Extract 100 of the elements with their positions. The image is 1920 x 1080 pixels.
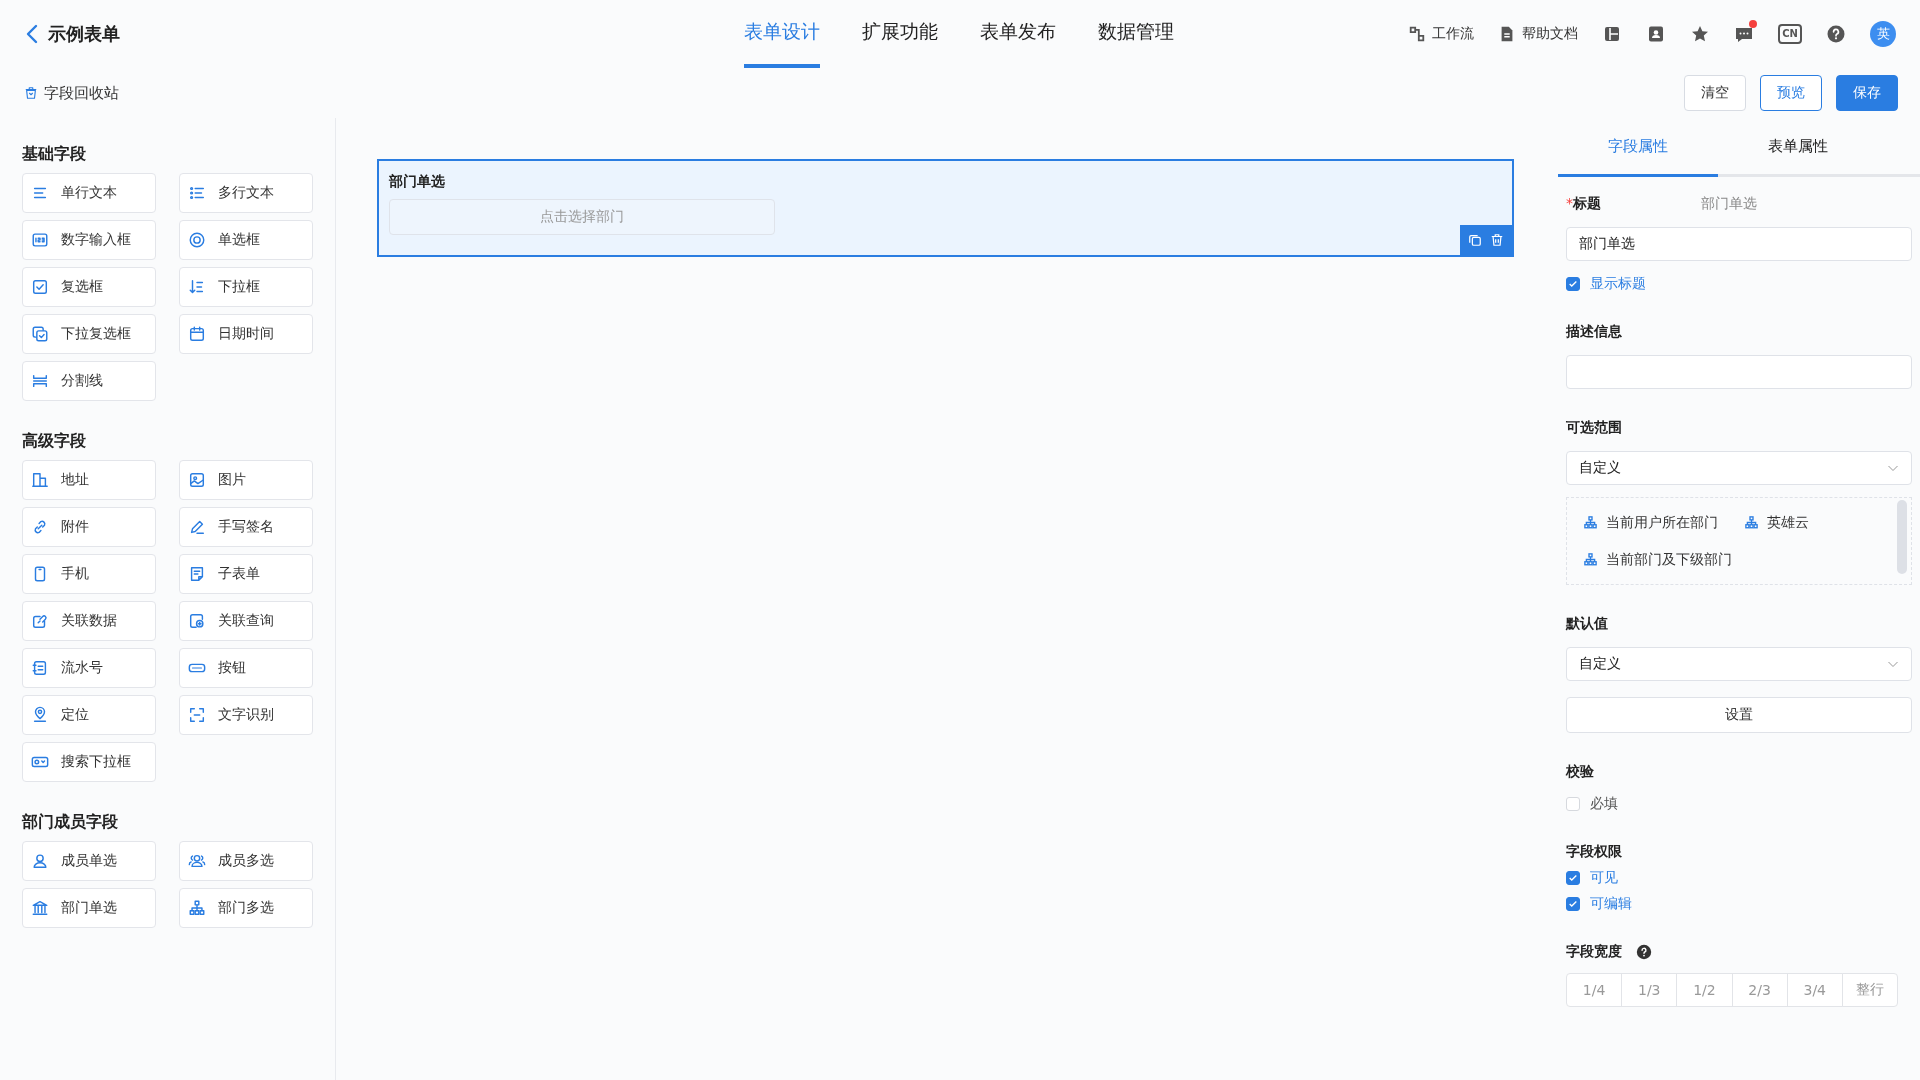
field-type-item[interactable]: 下拉框 [179, 267, 313, 307]
scan-icon [188, 706, 206, 724]
default-value-select[interactable]: 自定义 [1566, 647, 1912, 681]
field-label: 默认值 [1566, 615, 1609, 633]
user-icon [31, 852, 49, 870]
field-type-item[interactable]: 按钮 [179, 648, 313, 688]
bank-icon [31, 899, 49, 917]
serial-icon [31, 659, 49, 677]
department-tag[interactable]: 当前用户所在部门 [1583, 513, 1718, 532]
field-label: *标题 [1566, 195, 1601, 213]
nav-tab[interactable]: 扩展功能 [862, 0, 938, 68]
field-type-item[interactable]: 单选框 [179, 220, 313, 260]
checkbox[interactable] [1566, 277, 1580, 291]
checkbox-label: 可见 [1590, 869, 1618, 887]
image-icon [188, 471, 206, 489]
field-type-item[interactable]: 文字识别 [179, 695, 313, 735]
field-type-item[interactable]: 日期时间 [179, 314, 313, 354]
toolbar-button[interactable]: 保存 [1836, 75, 1898, 111]
field-type-item[interactable]: 手写签名 [179, 507, 313, 547]
building-icon [31, 471, 49, 489]
field-type-item[interactable]: 下拉复选框 [22, 314, 156, 354]
radio-icon [188, 231, 206, 249]
number-icon [31, 231, 49, 249]
field-type-item[interactable]: 数字输入框 [22, 220, 156, 260]
multi-check-icon [31, 325, 49, 343]
section-title: 高级字段 [22, 431, 87, 452]
language-button[interactable]: CN [1778, 24, 1802, 44]
checkbox-label: 可编辑 [1590, 895, 1632, 913]
divider-icon [31, 372, 49, 390]
title-input[interactable]: 部门单选 [1566, 227, 1912, 261]
panel-tab[interactable]: 字段属性 [1558, 118, 1718, 177]
toolbar-button[interactable]: 清空 [1684, 75, 1746, 111]
checkbox-label: 必填 [1590, 795, 1618, 813]
field-label: 可选范围 [1566, 419, 1623, 437]
field-label: 部门单选 [389, 173, 446, 191]
field-type-item[interactable]: 分割线 [22, 361, 156, 401]
back-icon[interactable] [26, 24, 38, 44]
field-type-item[interactable]: 成员多选 [179, 841, 313, 881]
field-type-item[interactable]: 地址 [22, 460, 156, 500]
description-input[interactable] [1566, 355, 1912, 389]
field-type-item[interactable]: 定位 [22, 695, 156, 735]
edit-link-icon [31, 612, 49, 630]
field-label: 字段权限 [1566, 843, 1623, 861]
nav-tab[interactable]: 数据管理 [1098, 0, 1174, 68]
location-icon [31, 706, 49, 724]
field-type-item[interactable]: 复选框 [22, 267, 156, 307]
nav-tab[interactable]: 表单设计 [744, 0, 820, 68]
department-tag[interactable]: 当前部门及下级部门 [1583, 550, 1732, 569]
sort-icon [188, 278, 206, 296]
field-type-item[interactable]: 流水号 [22, 648, 156, 688]
checkbox-icon [31, 278, 49, 296]
tool-link[interactable]: 工作流 [1408, 25, 1475, 43]
section-title: 基础字段 [22, 144, 87, 165]
department-tag[interactable]: 英雄云 [1744, 513, 1809, 532]
recycle-bin-link[interactable]: 字段回收站 [24, 83, 119, 103]
recycle-bin-icon [24, 86, 38, 100]
checkmark-icon [1568, 873, 1578, 883]
field-type-item[interactable]: 关联查询 [179, 601, 313, 641]
scrollbar[interactable] [1897, 500, 1907, 574]
form-title: 示例表单 [48, 22, 120, 46]
field-label: 描述信息 [1566, 323, 1623, 341]
range-select[interactable]: 自定义 [1566, 451, 1912, 485]
org-chart-icon [188, 899, 206, 917]
field-type-item[interactable]: 图片 [179, 460, 313, 500]
panel-tab[interactable]: 表单属性 [1718, 118, 1878, 177]
form-field-card[interactable]: 部门单选 点击选择部门 [377, 159, 1514, 257]
field-type-item[interactable]: 关联数据 [22, 601, 156, 641]
workflow-icon [1408, 25, 1427, 43]
trash-icon[interactable] [1490, 233, 1504, 247]
field-type-item[interactable]: 部门多选 [179, 888, 313, 928]
field-label: 校验 [1566, 763, 1595, 781]
copy-icon[interactable] [1468, 233, 1482, 247]
form-icon [188, 565, 206, 583]
required-mark: * [1566, 195, 1573, 211]
checkmark-icon [1568, 899, 1578, 909]
section-title: 部门成员字段 [22, 812, 119, 833]
help-icon[interactable] [1826, 24, 1846, 44]
org-chart-icon [1583, 515, 1598, 530]
org-chart-icon [1583, 552, 1598, 567]
field-type-item[interactable]: 附件 [22, 507, 156, 547]
checkbox[interactable] [1566, 897, 1580, 911]
field-type-item[interactable]: 部门单选 [22, 888, 156, 928]
checkbox-label: 显示标题 [1590, 275, 1646, 293]
field-type-item[interactable]: 子表单 [179, 554, 313, 594]
field-type-hint: 部门单选 [1701, 195, 1757, 213]
help-icon[interactable] [1636, 944, 1652, 960]
field-type-item[interactable]: 成员单选 [22, 841, 156, 881]
field-type-item[interactable]: 手机 [22, 554, 156, 594]
pen-icon [188, 518, 206, 536]
field-type-item[interactable]: 搜索下拉框 [22, 742, 156, 782]
nav-tab[interactable]: 表单发布 [980, 0, 1056, 68]
toolbar-button[interactable]: 预览 [1760, 75, 1822, 111]
checkbox[interactable] [1566, 871, 1580, 885]
field-type-item[interactable]: 多行文本 [179, 173, 313, 213]
tool-link[interactable]: 帮助文档 [1498, 25, 1579, 43]
users-icon [188, 852, 206, 870]
field-label: 字段宽度 [1566, 943, 1622, 961]
field-type-item[interactable]: 单行文本 [22, 173, 156, 213]
settings-button[interactable]: 设置 [1566, 697, 1912, 733]
search-document-icon [188, 612, 206, 630]
